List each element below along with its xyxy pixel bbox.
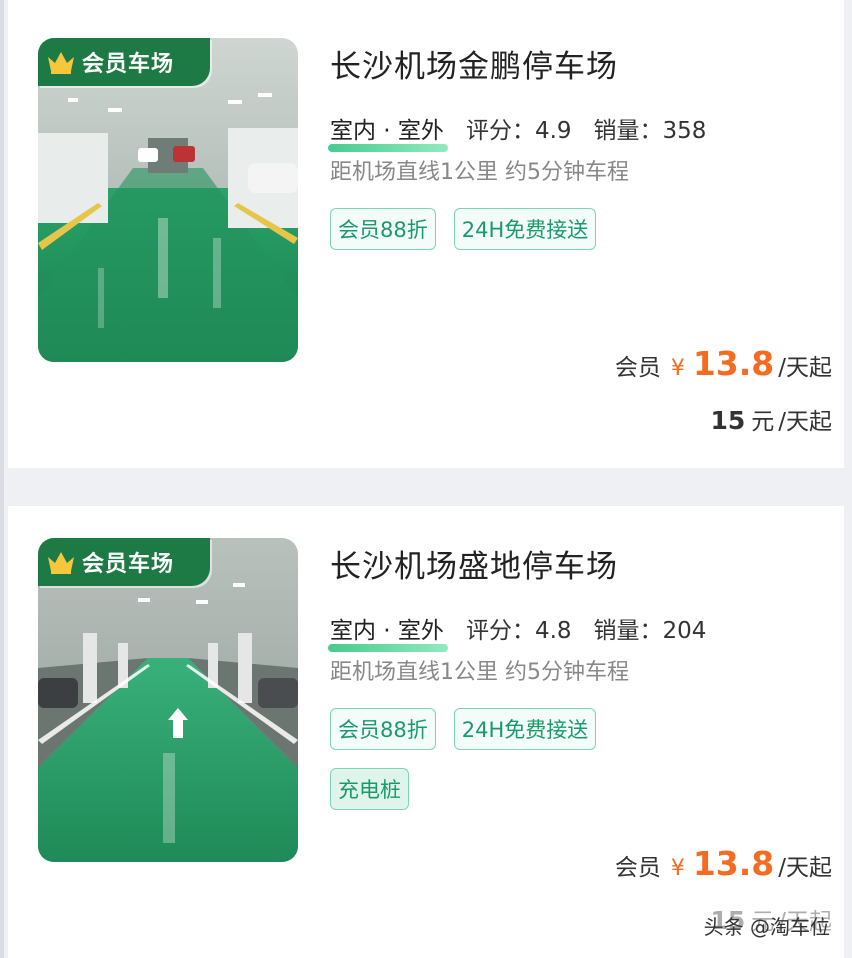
left-edge-line [0, 0, 4, 958]
tag-member-discount: 会员88折 [330, 208, 436, 250]
lot-info: 长沙机场盛地停车场 室内 · 室外 评分：4.8 销量：204 距机场直线1公里… [328, 542, 834, 810]
garage-photo-illustration [38, 538, 298, 862]
badge-label: 会员车场 [82, 552, 175, 577]
yuan-label: 元 [751, 409, 775, 435]
lot-sales: 销量：358 [593, 118, 707, 144]
member-price-row: 会员 ¥ 13.8 /天起 [615, 844, 832, 883]
lot-sales: 销量：204 [593, 618, 707, 644]
tag-charging-pile: 充电桩 [330, 768, 409, 810]
lot-name[interactable]: 长沙机场盛地停车场 [330, 542, 834, 592]
parking-lot-photo: 会员车场 [38, 38, 298, 362]
lot-type: 室内 · 室外 [328, 611, 448, 652]
parking-lot-card[interactable]: 会员车场 长沙机场金鹏停车场 室内 · 室外 评分：4.9 销量：358 距机场… [8, 0, 844, 468]
crown-icon [48, 552, 74, 574]
tag-member-discount: 会员88折 [330, 708, 436, 750]
parking-lot-card[interactable]: 会员车场 长沙机场盛地停车场 室内 · 室外 评分：4.8 销量：204 距机场… [8, 506, 844, 958]
lot-tags: 会员88折 24H免费接送 充电桩 [330, 708, 660, 810]
parking-list-page: 会员车场 长沙机场金鹏停车场 室内 · 室外 评分：4.9 销量：358 距机场… [0, 0, 852, 958]
watermark: 头条 @淘车位 [699, 909, 834, 942]
member-price: 13.8 [692, 844, 775, 883]
normal-price: 15 [710, 406, 746, 435]
member-price: 13.8 [692, 344, 775, 383]
lot-rating: 评分：4.9 [465, 118, 572, 144]
garage-photo-illustration [38, 38, 298, 362]
member-price-row: 会员 ¥ 13.8 /天起 [615, 344, 832, 383]
member-lot-badge: 会员车场 [38, 38, 210, 86]
lot-type: 室内 · 室外 [328, 111, 448, 152]
member-lot-badge: 会员车场 [38, 538, 210, 586]
crown-icon [48, 52, 74, 74]
member-price-label: 会员 [614, 355, 661, 381]
parking-lot-photo: 会员车场 [38, 538, 298, 862]
lot-meta: 室内 · 室外 评分：4.8 销量：204 [328, 610, 834, 652]
lot-distance: 距机场直线1公里 约5分钟车程 [330, 160, 629, 185]
tag-free-shuttle: 24H免费接送 [453, 708, 597, 750]
currency-symbol: ¥ [670, 356, 685, 381]
lot-tags: 会员88折 24H免费接送 [330, 208, 660, 250]
lot-distance: 距机场直线1公里 约5分钟车程 [330, 660, 629, 685]
normal-price-row: 15 元 /天起 [710, 402, 832, 436]
price-unit: /天起 [778, 855, 832, 881]
lot-rating: 评分：4.8 [465, 618, 572, 644]
lot-name[interactable]: 长沙机场金鹏停车场 [330, 42, 834, 92]
tag-free-shuttle: 24H免费接送 [453, 208, 597, 250]
price-unit: /天起 [778, 355, 832, 381]
badge-label: 会员车场 [82, 52, 175, 77]
member-price-label: 会员 [614, 855, 661, 881]
lot-info: 长沙机场金鹏停车场 室内 · 室外 评分：4.9 销量：358 距机场直线1公里… [328, 42, 834, 250]
price-unit: /天起 [778, 409, 832, 435]
currency-symbol: ¥ [670, 856, 685, 881]
lot-meta: 室内 · 室外 评分：4.9 销量：358 [328, 110, 834, 152]
